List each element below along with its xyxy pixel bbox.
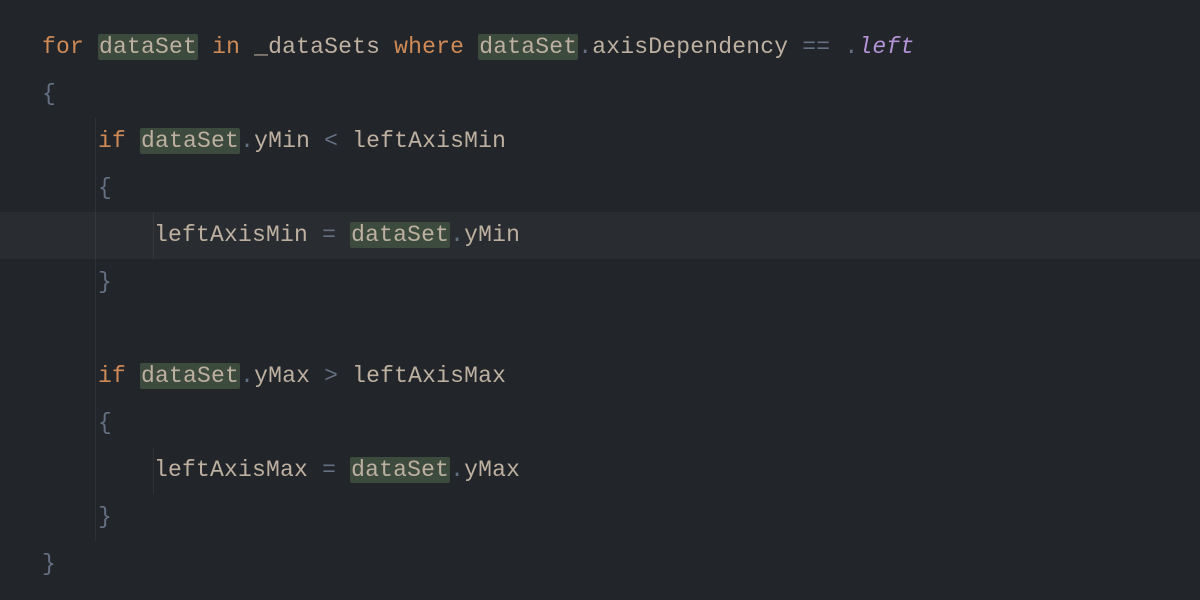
token-space [830, 34, 844, 60]
code-line[interactable]: } [0, 494, 1200, 541]
indent-space [42, 504, 98, 530]
token-prop: yMax [254, 363, 310, 389]
token-space [240, 34, 254, 60]
token-prop: yMax [464, 457, 520, 483]
token-punct: . [450, 457, 464, 483]
token-space [380, 34, 394, 60]
token-var-hl: dataSet [350, 222, 450, 248]
indent-guide [153, 212, 154, 259]
token-kw-for: where [394, 34, 464, 60]
code-line[interactable]: for dataSet in _dataSets where dataSet.a… [0, 24, 1200, 71]
token-op: > [324, 363, 338, 389]
token-space [464, 34, 478, 60]
indent-space [42, 222, 154, 248]
token-space [126, 128, 140, 154]
indent-space [42, 363, 98, 389]
token-prop: yMin [464, 222, 520, 248]
indent-guide [95, 212, 96, 259]
token-var-hl: dataSet [350, 457, 450, 483]
token-var-hl: dataSet [478, 34, 578, 60]
code-line[interactable]: { [0, 71, 1200, 118]
token-space [338, 128, 352, 154]
token-space [788, 34, 802, 60]
indent-guide [95, 165, 96, 212]
token-op: = [322, 457, 336, 483]
code-line[interactable]: if dataSet.yMax > leftAxisMax [0, 353, 1200, 400]
token-ident: leftAxisMin [352, 128, 506, 154]
indent-space [42, 175, 98, 201]
indent-guide [95, 353, 96, 400]
indent-guide [95, 259, 96, 306]
token-op: < [324, 128, 338, 154]
indent-space [42, 269, 98, 295]
token-op: = [322, 222, 336, 248]
token-ident: leftAxisMin [154, 222, 308, 248]
indent-space [42, 410, 98, 436]
code-line[interactable] [0, 306, 1200, 353]
token-enum: left [858, 34, 914, 60]
token-space [308, 222, 322, 248]
token-space [84, 34, 98, 60]
token-var-hl: dataSet [140, 363, 240, 389]
token-space [308, 457, 322, 483]
token-kw-for: for [42, 34, 84, 60]
indent-space [42, 457, 154, 483]
token-space [336, 457, 350, 483]
code-line[interactable]: { [0, 165, 1200, 212]
token-punct: { [98, 175, 112, 201]
indent-guide [95, 118, 96, 165]
token-punct: { [98, 410, 112, 436]
indent-space [42, 316, 98, 342]
token-kw-if: if [98, 128, 126, 154]
indent-space [42, 128, 98, 154]
code-editor[interactable]: for dataSet in _dataSets where dataSet.a… [0, 0, 1200, 588]
token-kw-for: in [212, 34, 240, 60]
indent-guide [153, 447, 154, 494]
token-ident: leftAxisMax [352, 363, 506, 389]
token-punct: . [844, 34, 858, 60]
indent-guide [95, 400, 96, 447]
token-ident: leftAxisMax [154, 457, 308, 483]
token-space [336, 222, 350, 248]
code-line[interactable]: leftAxisMin = dataSet.yMin [0, 212, 1200, 259]
token-space [126, 363, 140, 389]
indent-guide [95, 494, 96, 541]
token-space [338, 363, 352, 389]
token-prop: yMin [254, 128, 310, 154]
token-punct: . [240, 363, 254, 389]
code-line[interactable]: } [0, 541, 1200, 588]
token-prop: axisDependency [592, 34, 788, 60]
token-punct: . [450, 222, 464, 248]
indent-guide [95, 306, 96, 353]
token-punct: { [42, 81, 56, 107]
code-line[interactable]: { [0, 400, 1200, 447]
token-punct: } [98, 504, 112, 530]
token-var-hl: dataSet [140, 128, 240, 154]
token-space [310, 128, 324, 154]
code-line[interactable]: } [0, 259, 1200, 306]
token-space [198, 34, 212, 60]
token-punct: . [578, 34, 592, 60]
token-space [310, 363, 324, 389]
indent-guide [95, 447, 96, 494]
token-kw-if: if [98, 363, 126, 389]
token-punct: . [240, 128, 254, 154]
token-var-hl: dataSet [98, 34, 198, 60]
code-line[interactable]: if dataSet.yMin < leftAxisMin [0, 118, 1200, 165]
token-ident: _dataSets [254, 34, 380, 60]
token-op: == [802, 34, 830, 60]
token-punct: } [98, 269, 112, 295]
code-line[interactable]: leftAxisMax = dataSet.yMax [0, 447, 1200, 494]
token-punct: } [42, 551, 56, 577]
